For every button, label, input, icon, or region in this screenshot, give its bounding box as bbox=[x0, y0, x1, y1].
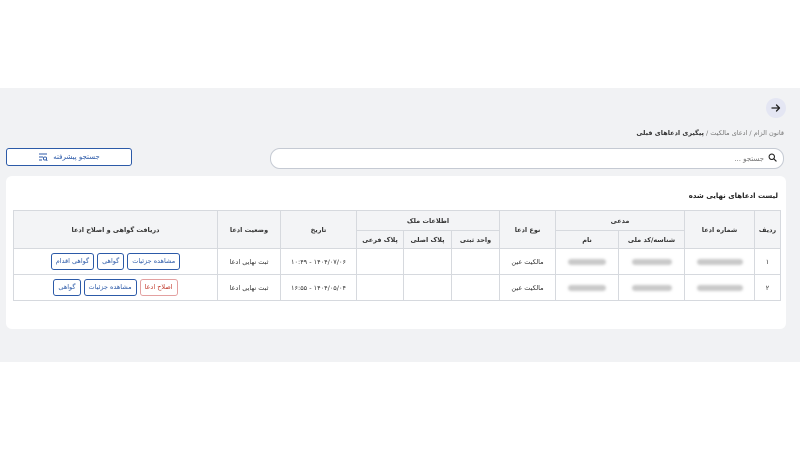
cell-row-number: ۲ bbox=[754, 274, 782, 301]
header-property-info: اطلاعات ملک bbox=[355, 210, 501, 231]
table-row: ۱ مالکیت عین ۱۴۰۴/۰۷/۰۶ - ۱۰:۴۹ ثبت نهای… bbox=[13, 248, 782, 275]
breadcrumb: قانون الزام / ادعای مالکیت / پیگیری ادعا… bbox=[636, 129, 784, 137]
claims-table: ردیف شماره ادعا مدعی نوع ادعا اطلاعات مل… bbox=[13, 210, 782, 301]
header-claimant-name: نام bbox=[555, 230, 620, 249]
header-certificate: دریافت گواهی و اصلاح ادعا bbox=[13, 210, 218, 249]
cell-claimant-id bbox=[618, 274, 686, 301]
action-certificate-button[interactable]: گواهی اقدام bbox=[50, 253, 95, 270]
header-claimant-id: شناسه/کد ملی bbox=[618, 230, 686, 249]
redacted-claim-number bbox=[696, 258, 743, 265]
cell-sub-plate bbox=[355, 248, 405, 275]
advanced-search-label: جستجو پیشرفته bbox=[53, 153, 100, 161]
cell-claimant-name bbox=[555, 248, 620, 275]
redacted-claim-number bbox=[696, 284, 743, 291]
cell-date: ۱۴۰۴/۰۵/۰۴ - ۱۶:۵۵ bbox=[280, 274, 357, 301]
back-button[interactable] bbox=[766, 98, 786, 118]
cell-actions: مشاهده جزئیات گواهی گواهی اقدام bbox=[13, 248, 218, 275]
cell-registration-unit bbox=[451, 274, 501, 301]
cell-claim-number bbox=[684, 274, 756, 301]
cell-row-number: ۱ bbox=[754, 248, 782, 275]
redacted-claimant-name bbox=[568, 284, 607, 291]
table-title: لیست ادعاهای نهایی شده bbox=[688, 192, 778, 200]
search-bar[interactable] bbox=[270, 148, 784, 169]
header-claim-type: نوع ادعا bbox=[499, 210, 557, 249]
cell-claimant-name bbox=[555, 274, 620, 301]
header-claim-status: وضعیت ادعا bbox=[217, 210, 281, 249]
filter-search-icon bbox=[39, 153, 48, 161]
cell-sub-plate bbox=[355, 274, 405, 301]
certificate-button[interactable]: گواهی bbox=[53, 279, 81, 296]
header-date: تاریخ bbox=[280, 210, 357, 249]
breadcrumb-item-claim[interactable]: ادعای مالکیت bbox=[710, 129, 747, 137]
header-claim-number: شماره ادعا bbox=[684, 210, 756, 249]
edit-claim-button[interactable]: اصلاح ادعا bbox=[139, 279, 178, 296]
cell-main-plate bbox=[403, 274, 453, 301]
header-registration-unit: واحد ثبتی bbox=[451, 230, 501, 249]
claims-card: لیست ادعاهای نهایی شده ردیف شماره ادعا م… bbox=[6, 176, 786, 329]
cell-main-plate bbox=[403, 248, 453, 275]
breadcrumb-current: پیگیری ادعاهای قبلی bbox=[636, 129, 704, 137]
cell-claimant-id bbox=[618, 248, 686, 275]
redacted-claimant-name bbox=[568, 258, 607, 265]
cell-claim-number bbox=[684, 248, 756, 275]
redacted-claimant-id bbox=[631, 258, 672, 265]
redacted-claimant-id bbox=[631, 284, 672, 291]
cell-date: ۱۴۰۴/۰۷/۰۶ - ۱۰:۴۹ bbox=[280, 248, 357, 275]
cell-status: ثبت نهایی ادعا bbox=[217, 248, 281, 275]
cell-registration-unit bbox=[451, 248, 501, 275]
cell-actions: اصلاح ادعا مشاهده جزئیات گواهی bbox=[13, 274, 218, 301]
search-input[interactable] bbox=[564, 154, 764, 163]
arrow-right-icon bbox=[771, 104, 781, 112]
certificate-button[interactable]: گواهی bbox=[97, 253, 125, 270]
cell-claim-type: مالکیت عین bbox=[499, 274, 557, 301]
breadcrumb-item-law[interactable]: قانون الزام bbox=[754, 129, 784, 137]
cell-claim-type: مالکیت عین bbox=[499, 248, 557, 275]
view-details-button[interactable]: مشاهده جزئیات bbox=[83, 279, 137, 296]
header-main-plate: پلاک اصلی bbox=[403, 230, 453, 249]
header-claimant: مدعی bbox=[555, 210, 686, 231]
header-row-number: ردیف bbox=[754, 210, 782, 249]
table-row: ۲ مالکیت عین ۱۴۰۴/۰۵/۰۴ - ۱۶:۵۵ ثبت نهای… bbox=[13, 274, 782, 301]
search-icon bbox=[768, 153, 777, 165]
cell-status: ثبت نهایی ادعا bbox=[217, 274, 281, 301]
advanced-search-button[interactable]: جستجو پیشرفته bbox=[6, 148, 132, 166]
view-details-button[interactable]: مشاهده جزئیات bbox=[127, 253, 181, 270]
header-sub-plate: پلاک فرعی bbox=[355, 230, 405, 249]
